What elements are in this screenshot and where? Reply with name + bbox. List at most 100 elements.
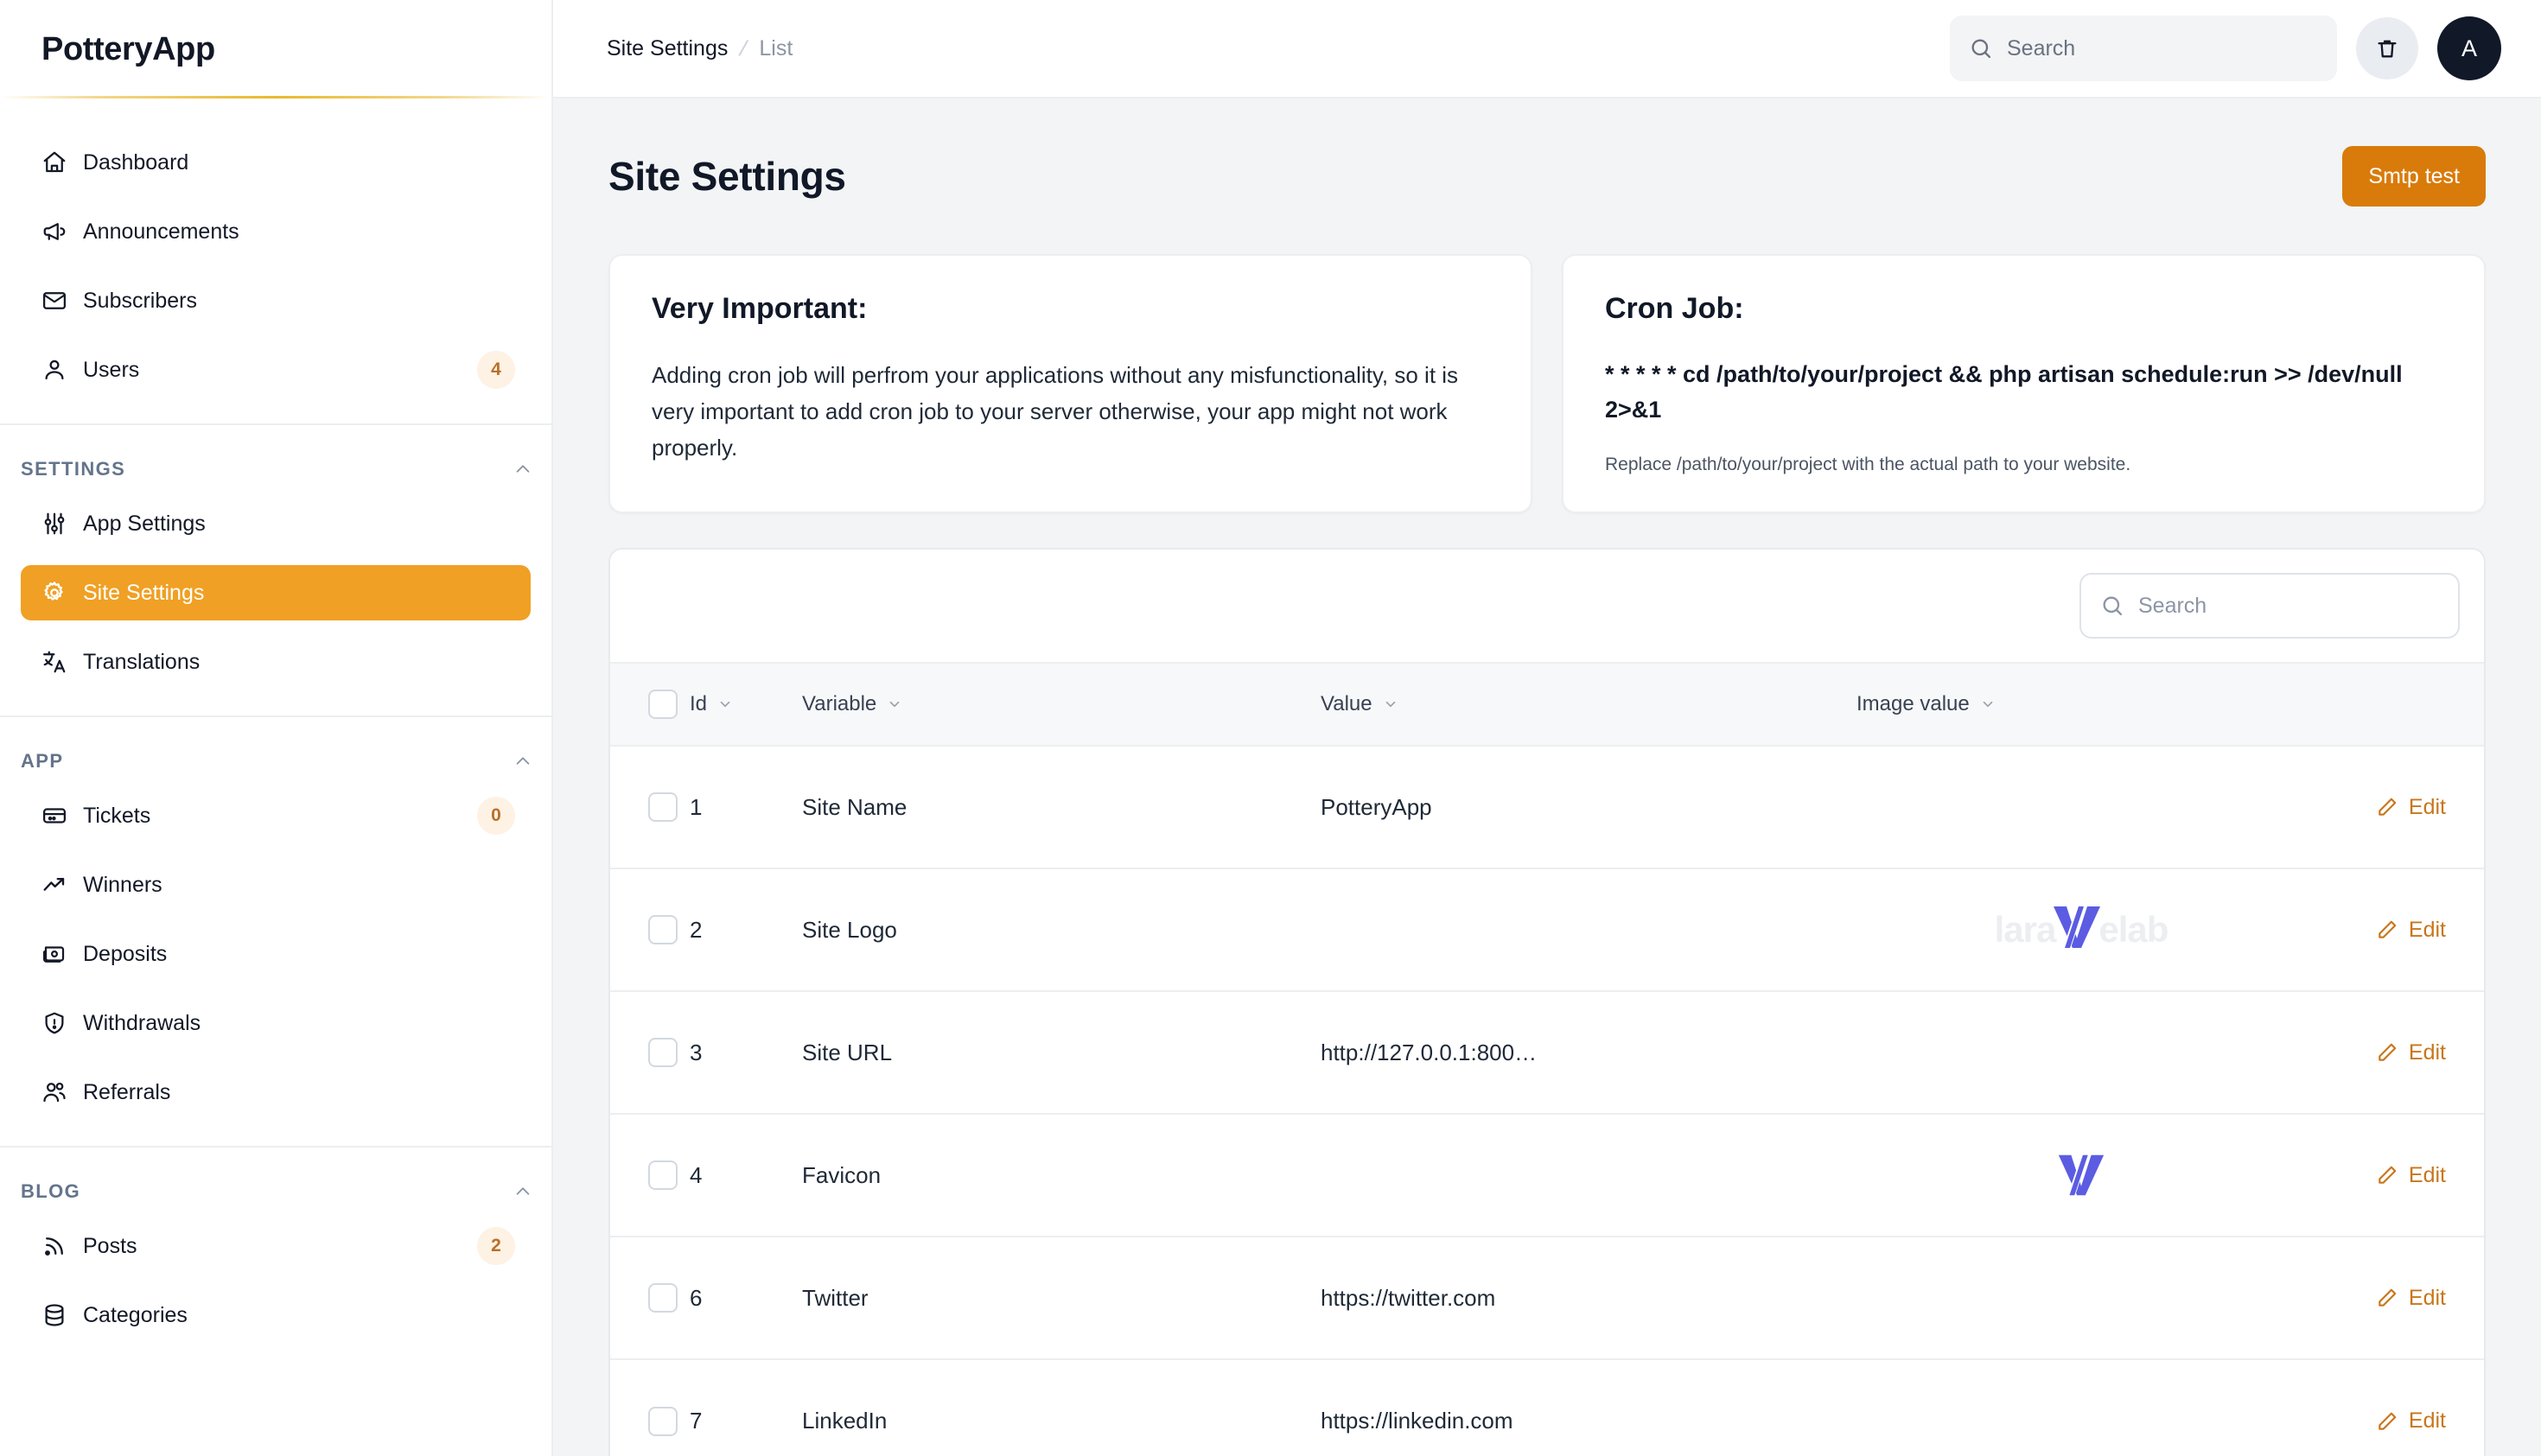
very-important-body: Adding cron job will perfrom your applic… [652, 362, 1459, 461]
cell-select [610, 991, 690, 1115]
table-row: 3 Site URL http://127.0.0.1:800… Edit [610, 991, 2484, 1115]
chevron-down-icon[interactable] [1383, 696, 1398, 712]
table-search-input[interactable] [2138, 593, 2439, 619]
users-icon [41, 1079, 76, 1105]
cell-image-value [1856, 991, 2306, 1115]
sidebar-item-tickets[interactable]: Tickets 0 [21, 788, 531, 843]
sidebar-item-dashboard[interactable]: Dashboard [21, 135, 531, 190]
page-title: Site Settings [608, 154, 846, 199]
sidebar-group-blog-header[interactable]: BLOG [0, 1148, 551, 1218]
table-row: 2 Site Logo lara elab Edit [610, 868, 2484, 992]
sidebar-item-label: Categories [83, 1302, 188, 1327]
envelope-icon [41, 288, 76, 314]
edit-button[interactable]: Edit [2306, 1286, 2484, 1311]
th-variable[interactable]: Variable [802, 662, 1321, 747]
search-icon [2100, 594, 2124, 618]
row-checkbox[interactable] [648, 1038, 678, 1067]
search-input[interactable] [2007, 35, 2318, 61]
cell-variable: Site Logo [802, 868, 1321, 992]
edit-button[interactable]: Edit [2306, 918, 2484, 943]
chevron-down-icon[interactable] [1980, 696, 1996, 712]
smtp-test-button[interactable]: Smtp test [2342, 146, 2486, 207]
avatar[interactable]: A [2437, 16, 2501, 80]
sidebar-item-label: Winners [83, 872, 162, 897]
cell-value: https://twitter.com [1321, 1237, 1856, 1360]
chevron-up-icon[interactable] [513, 1182, 532, 1201]
sidebar-item-label: Deposits [83, 941, 168, 966]
cell-id: 2 [690, 868, 802, 992]
sidebar-item-categories[interactable]: Categories [21, 1288, 531, 1343]
ticket-icon [41, 803, 76, 829]
pencil-icon [2376, 1287, 2398, 1309]
row-checkbox[interactable] [648, 1160, 678, 1190]
sidebar-item-deposits[interactable]: Deposits [21, 926, 531, 982]
row-checkbox[interactable] [648, 1406, 678, 1436]
breadcrumb-parent[interactable]: Site Settings [607, 36, 728, 61]
sidebar-group-app: Tickets 0 Winners Deposits Withdrawals R… [0, 788, 551, 1120]
sidebar-item-label: Tickets [83, 803, 151, 828]
edit-button[interactable]: Edit [2306, 1040, 2484, 1065]
th-id-label: Id [690, 692, 708, 715]
v-favicon-icon [2055, 1151, 2107, 1199]
sidebar-item-withdrawals[interactable]: Withdrawals [21, 995, 531, 1051]
cron-job-card: Cron Job: * * * * * cd /path/to/your/pro… [1562, 254, 2486, 513]
sidebar-item-users[interactable]: Users 4 [21, 342, 531, 397]
chevron-down-icon[interactable] [717, 696, 733, 712]
chevron-up-icon[interactable] [513, 752, 532, 771]
sidebar-item-label: Subscribers [83, 288, 197, 313]
sidebar-badge-posts: 2 [477, 1227, 515, 1265]
very-important-heading: Very Important: [652, 292, 868, 325]
th-image-value-label: Image value [1856, 692, 1970, 715]
sidebar-item-winners[interactable]: Winners [21, 857, 531, 912]
row-checkbox[interactable] [648, 915, 678, 944]
sidebar-item-subscribers[interactable]: Subscribers [21, 273, 531, 328]
cell-value [1321, 1114, 1856, 1237]
chevron-up-icon[interactable] [513, 460, 532, 479]
sidebar-item-label: Referrals [83, 1079, 171, 1104]
trending-up-icon [41, 872, 76, 898]
sidebar-item-translations[interactable]: Translations [21, 634, 531, 690]
chevron-down-icon[interactable] [887, 696, 902, 712]
global-search[interactable] [1950, 16, 2337, 81]
table-toolbar [610, 550, 2484, 662]
edit-button[interactable]: Edit [2306, 1163, 2484, 1188]
pencil-icon [2376, 1164, 2398, 1186]
row-checkbox[interactable] [648, 792, 678, 822]
table-row: 7 LinkedIn https://linkedin.com Edit [610, 1359, 2484, 1456]
edit-button[interactable]: Edit [2306, 795, 2484, 820]
th-value[interactable]: Value [1321, 662, 1856, 747]
th-id[interactable]: Id [690, 662, 802, 747]
edit-button[interactable]: Edit [2306, 1408, 2484, 1434]
avatar-initial: A [2461, 35, 2477, 61]
rss-icon [41, 1233, 76, 1259]
shield-alert-icon [41, 1010, 76, 1036]
sliders-icon [41, 511, 76, 537]
sidebar-item-label: Dashboard [83, 149, 189, 175]
table-search[interactable] [2079, 573, 2460, 639]
sidebar-group-settings-header[interactable]: SETTINGS [0, 425, 551, 496]
logo-text-right: elab [2098, 909, 2168, 950]
sidebar-item-referrals[interactable]: Referrals [21, 1065, 531, 1120]
cell-value: http://127.0.0.1:800… [1321, 991, 1856, 1115]
sidebar-item-label: Translations [83, 649, 201, 674]
edit-label: Edit [2408, 1162, 2446, 1187]
trash-button[interactable] [2356, 17, 2418, 79]
select-all-checkbox[interactable] [648, 690, 678, 719]
cell-id: 1 [690, 746, 802, 869]
cell-image-value: lara elab [1856, 868, 2306, 992]
sidebar-item-site-settings[interactable]: Site Settings [21, 565, 531, 620]
brand-header: PotteryApp [0, 0, 551, 99]
cell-id: 4 [690, 1114, 802, 1237]
cell-id: 7 [690, 1408, 703, 1434]
sidebar-item-posts[interactable]: Posts 2 [21, 1218, 531, 1274]
sidebar-nav: Dashboard Announcements Subscribers User… [0, 99, 551, 1456]
sidebar-group-app-header[interactable]: APP [0, 717, 551, 788]
row-checkbox[interactable] [648, 1283, 678, 1313]
th-image-value[interactable]: Image value [1856, 662, 2306, 747]
banknote-icon [41, 941, 76, 967]
pencil-icon [2376, 1041, 2398, 1064]
sidebar-item-announcements[interactable]: Announcements [21, 204, 531, 259]
sidebar-item-app-settings[interactable]: App Settings [21, 496, 531, 551]
cell-id: 6 [690, 1237, 802, 1360]
cell-variable: Site URL [802, 991, 1321, 1115]
